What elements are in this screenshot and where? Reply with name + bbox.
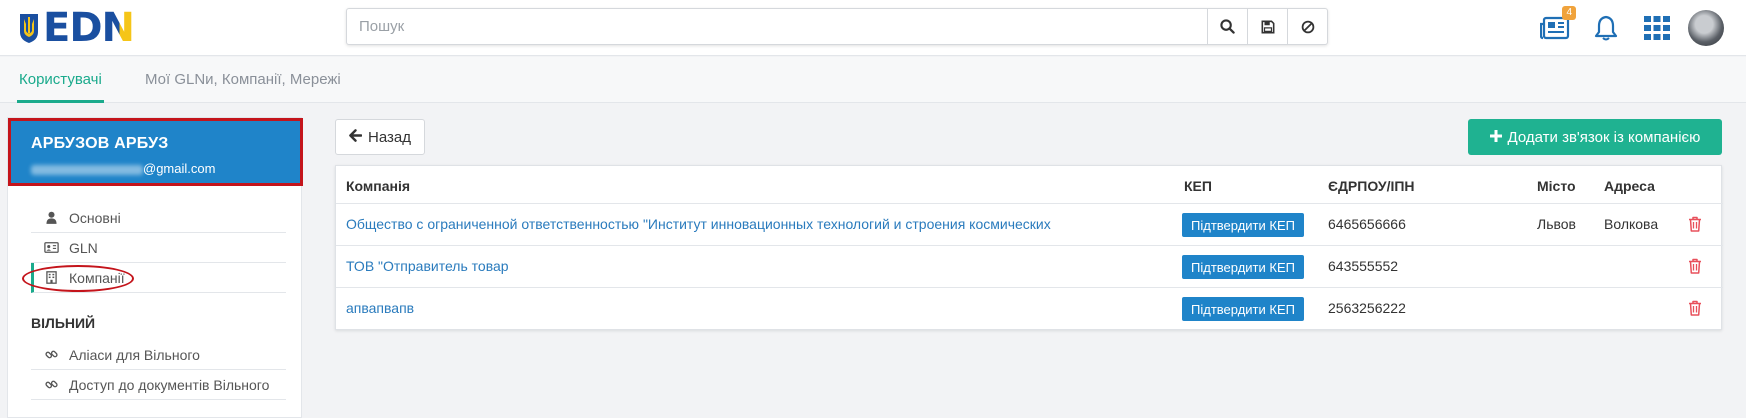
user-email: @gmail.com: [31, 161, 215, 176]
email-redaction: [31, 164, 143, 175]
sidebar-item-aliases[interactable]: Аліаси для Вільного: [31, 340, 286, 370]
apps-grid-icon: [1644, 16, 1670, 40]
sidebar-item-doc-access[interactable]: Доступ до документів Вільного: [31, 370, 286, 400]
sidebar-item-companies[interactable]: Компанії: [31, 263, 286, 293]
link-icon: [41, 378, 61, 391]
sidebar-item-label: Компанії: [69, 269, 125, 286]
search-icon: [1220, 19, 1235, 34]
user-card: АРБУЗОВ АРБУЗ @gmail.com: [8, 118, 303, 186]
section-title-vilnyi: ВІЛЬНИЙ: [31, 315, 96, 331]
back-button-label: Назад: [368, 128, 411, 146]
add-company-link-label: Додати зв'язок із компанією: [1507, 128, 1701, 146]
add-company-link-button[interactable]: Додати зв'язок із компанією: [1468, 119, 1722, 155]
bell-icon: [1594, 15, 1618, 41]
email-domain: @gmail.com: [143, 161, 216, 176]
user-name: АРБУЗОВ АРБУЗ: [31, 135, 169, 152]
save-icon: [1261, 20, 1274, 33]
sidebar-item-label: Доступ до документів Вільного: [69, 376, 270, 393]
top-header: E D N 4: [0, 0, 1746, 56]
sidebar-item-label: Аліаси для Вільного: [69, 346, 200, 363]
column-header-city: Місто: [1537, 178, 1576, 194]
logo-letter-n: N: [101, 5, 135, 51]
table-row: ТОВ "Отправитель товар Підтвердити КЕП 6…: [336, 245, 1723, 287]
column-header-edrpou: ЄДРПОУ/ІПН: [1328, 178, 1415, 194]
save-search-button[interactable]: [1247, 9, 1287, 44]
company-name-link[interactable]: Общество с ограниченной ответственностью…: [346, 216, 1051, 232]
back-button[interactable]: Назад: [335, 119, 425, 155]
table-row: Общество с ограниченной ответственностью…: [336, 203, 1723, 245]
news-button[interactable]: 4: [1540, 6, 1576, 43]
logo-letter-e: E: [43, 5, 70, 51]
arrow-left-icon: [349, 128, 363, 146]
user-sidebar: АРБУЗОВ АРБУЗ @gmail.com Основні GLN Ком…: [7, 117, 303, 418]
link-icon: [41, 348, 61, 361]
confirm-kep-button[interactable]: Підтвердити КЕП: [1182, 297, 1304, 321]
apps-button[interactable]: [1642, 13, 1672, 43]
notifications-button[interactable]: [1591, 13, 1621, 43]
companies-table: Компанія КЕП ЄДРПОУ/ІПН Місто Адреса Общ…: [335, 165, 1723, 330]
user-icon: [41, 211, 61, 224]
clear-icon: [1301, 20, 1314, 33]
building-icon: [41, 271, 61, 284]
edrpou-value: 643555552: [1328, 258, 1399, 274]
trash-icon[interactable]: [1688, 300, 1702, 316]
tab-my-glns[interactable]: Мої GLNи, Компанії, Мережі: [145, 57, 341, 103]
search-bar: [346, 8, 1328, 45]
search-button[interactable]: [1207, 9, 1247, 44]
sidebar-item-label: Основні: [69, 209, 121, 226]
column-header-kep: КЕП: [1184, 178, 1212, 194]
clear-search-button[interactable]: [1287, 9, 1327, 44]
column-header-company: Компанія: [346, 178, 411, 194]
sidebar-item-basic[interactable]: Основні: [31, 203, 286, 233]
address-value: Волкова: [1604, 216, 1659, 232]
trash-icon[interactable]: [1688, 216, 1702, 232]
column-header-address: Адреса: [1604, 178, 1655, 194]
company-name-link[interactable]: апвапвапв: [346, 300, 414, 316]
table-row: апвапвапв Підтвердити КЕП 2563256222: [336, 287, 1723, 329]
avatar[interactable]: [1688, 10, 1724, 46]
edin-logo[interactable]: E D N: [18, 5, 135, 51]
confirm-kep-button[interactable]: Підтвердити КЕП: [1182, 213, 1304, 237]
edrpou-value: 2563256222: [1328, 300, 1406, 316]
sidebar-item-label: GLN: [69, 239, 98, 256]
confirm-kep-button[interactable]: Підтвердити КЕП: [1182, 255, 1304, 279]
tab-bar: Користувачі Мої GLNи, Компанії, Мережі: [0, 57, 1746, 103]
plus-icon: [1489, 127, 1502, 147]
edrpou-value: 6465656666: [1328, 216, 1406, 232]
sidebar-item-gln[interactable]: GLN: [31, 233, 286, 263]
trident-crest-icon: [20, 14, 38, 43]
company-name-link[interactable]: ТОВ "Отправитель товар: [346, 258, 509, 274]
logo-letter-d: D: [69, 5, 102, 51]
news-count-badge: 4: [1562, 6, 1576, 20]
id-card-icon: [41, 242, 61, 253]
trash-icon[interactable]: [1688, 258, 1702, 274]
tab-users[interactable]: Користувачі: [17, 57, 104, 103]
search-input[interactable]: [347, 9, 1207, 44]
city-value: Львов: [1537, 216, 1576, 232]
